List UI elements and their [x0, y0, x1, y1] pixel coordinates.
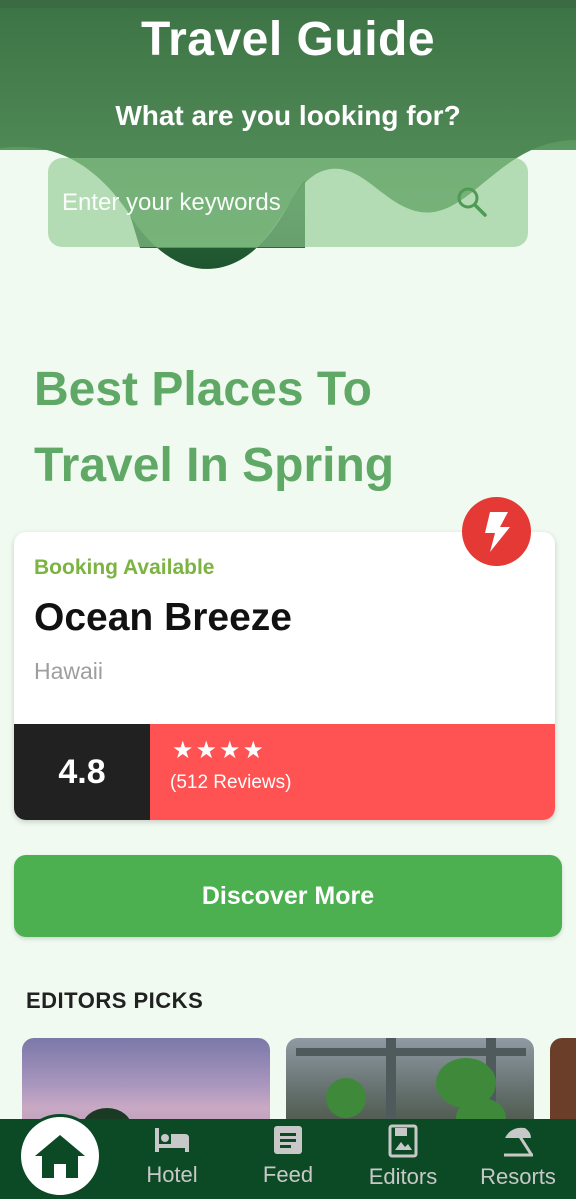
app-title: Travel Guide — [140, 13, 436, 66]
nav-feed[interactable]: Feed — [238, 1124, 338, 1188]
booking-badge: Booking Available — [34, 556, 215, 579]
pick-image-detail — [326, 1078, 366, 1118]
lightning-icon — [484, 511, 510, 552]
flash-deal-badge[interactable] — [462, 497, 531, 566]
place-location: Hawaii — [34, 658, 104, 684]
nav-resorts-label: Resorts — [480, 1164, 556, 1189]
discover-more-button[interactable]: Discover More — [14, 855, 562, 937]
status-strip — [0, 0, 576, 8]
nav-hotel-label: Hotel — [146, 1162, 198, 1187]
nav-home[interactable] — [18, 1114, 102, 1198]
place-name: Ocean Breeze — [34, 596, 292, 639]
nav-hotel[interactable]: Hotel — [122, 1124, 222, 1188]
article-icon — [274, 1126, 302, 1154]
featured-place-card[interactable]: Booking Available Ocean Breeze Hawaii 4.… — [14, 532, 555, 820]
editors-picks-title: EDITORS PICKS — [26, 988, 204, 1013]
page-headline: Best Places To Travel In Spring — [34, 352, 554, 504]
search-box[interactable] — [48, 158, 528, 247]
nav-editors[interactable]: Editors — [353, 1124, 453, 1190]
star-rating: ★★★★ — [172, 737, 267, 764]
beach-umbrella-icon — [504, 1127, 533, 1157]
review-count: (512 Reviews) — [170, 772, 292, 793]
reviews-panel: ★★★★ (512 Reviews) — [150, 724, 555, 820]
search-icon[interactable] — [454, 184, 490, 220]
nav-editors-label: Editors — [368, 1164, 438, 1189]
search-prompt: What are you looking for? — [115, 100, 461, 131]
rating-value: 4.8 — [14, 724, 150, 820]
headline-line-1: Best Places To — [34, 363, 372, 416]
home-icon — [35, 1135, 85, 1178]
nav-feed-label: Feed — [262, 1162, 314, 1187]
search-input[interactable] — [60, 180, 444, 226]
headline-line-2: Travel In Spring — [34, 439, 395, 492]
photo-book-icon — [388, 1124, 418, 1158]
nav-resorts[interactable]: Resorts — [468, 1124, 568, 1190]
bed-icon — [155, 1128, 189, 1152]
